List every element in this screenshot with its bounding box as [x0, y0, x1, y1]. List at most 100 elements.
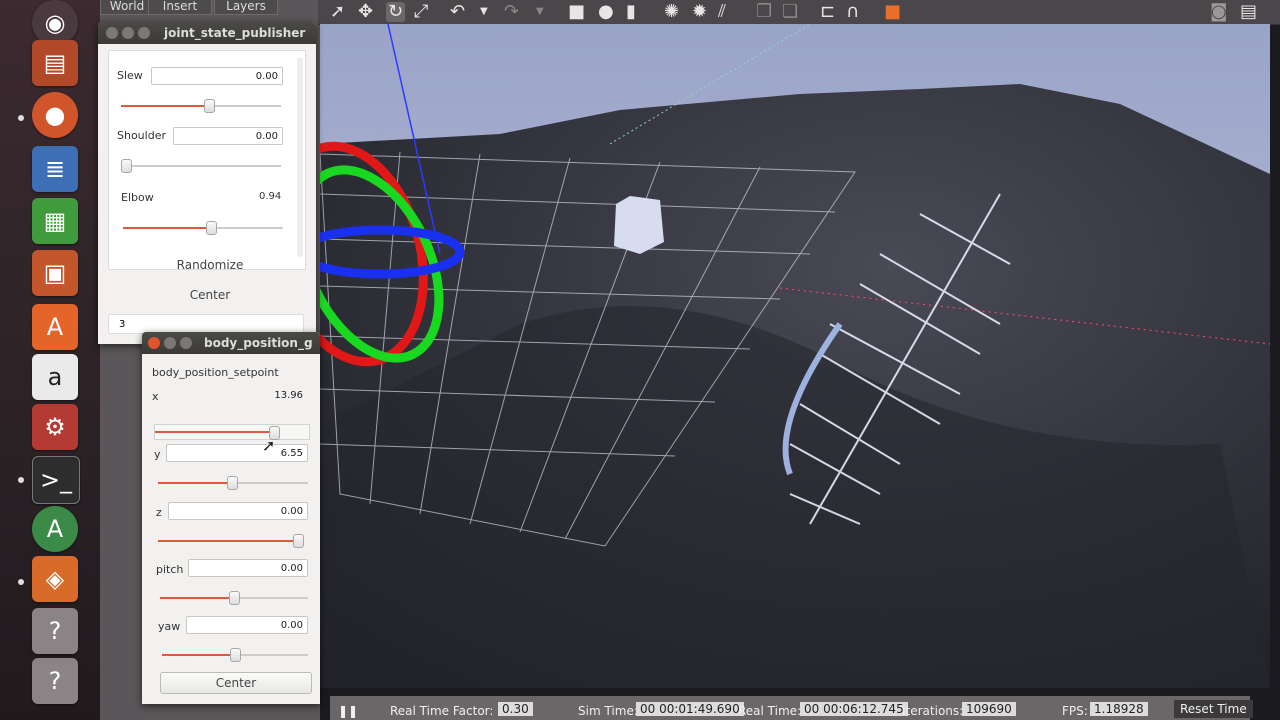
real-time-value: 00 00:06:12.745 — [800, 702, 908, 716]
window-title: body_position_g — [204, 336, 313, 350]
sim-time-value: 00 00:01:49.690 — [636, 702, 744, 716]
center-button[interactable]: Center — [160, 672, 312, 694]
updater-icon[interactable]: A — [32, 506, 78, 552]
scene-viewport[interactable] — [320, 24, 1270, 688]
settings-icon[interactable]: ⚙ — [32, 404, 78, 450]
impress-icon[interactable]: ▣ — [32, 250, 78, 296]
joint-sliders-panel: Slew 0.00 Shoulder 0.00 Elbow 0.94 — [108, 50, 306, 270]
cylinder-icon[interactable]: ▮ — [626, 2, 636, 22]
tab-layers[interactable]: Layers — [214, 0, 278, 15]
slew-slider-track[interactable] — [121, 99, 281, 113]
box-icon[interactable]: ■ — [568, 2, 585, 22]
elbow-label: Elbow — [121, 191, 154, 204]
directional-light-icon[interactable]: ⫽ — [718, 2, 726, 22]
close-icon[interactable] — [106, 27, 118, 39]
shoulder-value-field[interactable]: 0.00 — [173, 127, 283, 145]
screenshot-icon[interactable]: ◙ — [1210, 2, 1227, 22]
copy-icon[interactable]: ❐ — [756, 2, 772, 22]
setpoint-heading: body_position_setpoint — [152, 366, 279, 379]
redo-menu-icon[interactable]: ▼ — [536, 2, 544, 22]
reset-time-button[interactable]: Reset Time — [1174, 700, 1253, 718]
z-slider-track[interactable] — [158, 534, 304, 548]
undo-icon[interactable]: ↶ — [450, 2, 465, 22]
close-icon[interactable] — [148, 337, 160, 349]
yaw-value-field[interactable]: 0.00 — [186, 616, 308, 634]
pitch-slider-track[interactable] — [160, 591, 308, 605]
slider-fill — [158, 540, 304, 542]
elbow-value-field[interactable]: 0.94 — [259, 191, 281, 202]
y-value-field[interactable]: 6.55 — [166, 444, 308, 462]
firefox-icon[interactable]: ● — [32, 92, 78, 138]
yaw-slider-track[interactable] — [162, 648, 308, 662]
y-label: y — [154, 448, 161, 461]
y-slider-track[interactable] — [158, 476, 308, 490]
scrollbar[interactable] — [297, 57, 303, 257]
slew-label: Slew — [117, 69, 143, 82]
color-icon[interactable]: ■ — [884, 2, 901, 22]
pitch-value-field[interactable]: 0.00 — [188, 559, 308, 577]
rtf-value: 0.30 — [498, 702, 533, 716]
slider-handle[interactable] — [293, 534, 304, 548]
x-slider-track[interactable] — [154, 424, 310, 440]
elbow-slider-track[interactable] — [123, 221, 283, 235]
maximize-icon[interactable] — [180, 337, 192, 349]
paste-icon[interactable]: ❏ — [782, 2, 798, 22]
gazebo-toolbar: ➚ ✥ ↻ ⤢ ↶ ▼ ↷ ▼ ■ ● ▮ ✺ ✹ ⫽ ❐ ❏ ⊏ ∩ ■ ◙ … — [318, 0, 1280, 25]
redo-icon[interactable]: ↷ — [504, 2, 519, 22]
slider-handle[interactable] — [229, 591, 240, 605]
rotate-icon[interactable]: ↻ — [386, 2, 406, 22]
files-icon[interactable]: ▤ — [32, 40, 78, 86]
tab-world[interactable]: World — [100, 0, 154, 15]
minimize-icon[interactable] — [122, 27, 134, 39]
slider-fill — [155, 431, 274, 433]
slider-fill — [160, 597, 234, 599]
z-value-field[interactable]: 0.00 — [168, 502, 308, 520]
pause-icon[interactable]: ❚❚ — [338, 704, 358, 718]
fps-label: FPS: — [1062, 704, 1088, 718]
real-time-label: Real Time: — [738, 704, 802, 718]
snap-icon[interactable]: ∩ — [846, 2, 859, 22]
shoulder-label: Shoulder — [117, 129, 166, 142]
select-arrow-icon[interactable]: ➚ — [330, 2, 345, 22]
body-position-window: body_position_g body_position_setpoint x… — [142, 332, 320, 704]
amazon-icon[interactable]: a — [32, 354, 78, 400]
center-button[interactable]: Center — [112, 284, 308, 306]
calc-icon[interactable]: ▦ — [32, 198, 78, 244]
minimize-icon[interactable] — [164, 337, 176, 349]
terminal-icon[interactable]: >_ — [32, 456, 80, 504]
launcher-bar: ◉ ▤ ● ≣ ▦ ▣ A a ⚙ >_ A ◈ ? ? — [0, 0, 100, 720]
shoulder-slider-track[interactable] — [121, 159, 281, 173]
log-icon[interactable]: ▤ — [1240, 2, 1257, 22]
slider-handle[interactable] — [206, 221, 217, 235]
randomize-button[interactable]: Randomize — [112, 254, 308, 276]
slider-handle[interactable] — [121, 159, 132, 173]
slider-handle[interactable] — [226, 476, 238, 490]
unknown-app-icon[interactable]: ? — [32, 608, 78, 654]
x-value-field[interactable]: 13.96 — [164, 386, 308, 404]
iterations-label: Iterations: — [902, 704, 964, 718]
slider-handle[interactable] — [204, 99, 215, 113]
unknown-app-icon[interactable]: ? — [32, 658, 78, 704]
window-title-bar[interactable]: body_position_g — [142, 332, 320, 354]
slider-handle[interactable] — [230, 648, 241, 662]
maximize-icon[interactable] — [138, 27, 150, 39]
sim-time-label: Sim Time: — [578, 704, 638, 718]
spot-light-icon[interactable]: ✹ — [692, 2, 707, 22]
undo-menu-icon[interactable]: ▼ — [480, 2, 488, 22]
align-icon[interactable]: ⊏ — [820, 2, 835, 22]
scale-icon[interactable]: ⤢ — [414, 2, 428, 22]
count-field[interactable]: 3 — [108, 314, 304, 334]
gazebo-icon[interactable]: ◈ — [32, 556, 78, 602]
slew-value-field[interactable]: 0.00 — [151, 67, 283, 85]
slider-fill — [123, 227, 211, 229]
point-light-icon[interactable]: ✺ — [664, 2, 679, 22]
sphere-icon[interactable]: ● — [598, 2, 614, 22]
window-title: joint_state_publisher — [164, 26, 306, 40]
tab-insert[interactable]: Insert — [148, 0, 212, 15]
fps-value: 1.18928 — [1090, 702, 1148, 716]
software-center-icon[interactable]: A — [32, 304, 78, 350]
writer-icon[interactable]: ≣ — [32, 146, 78, 192]
move-icon[interactable]: ✥ — [358, 2, 373, 22]
box-model[interactable] — [614, 196, 664, 254]
window-title-bar[interactable]: joint_state_publisher — [98, 22, 316, 44]
